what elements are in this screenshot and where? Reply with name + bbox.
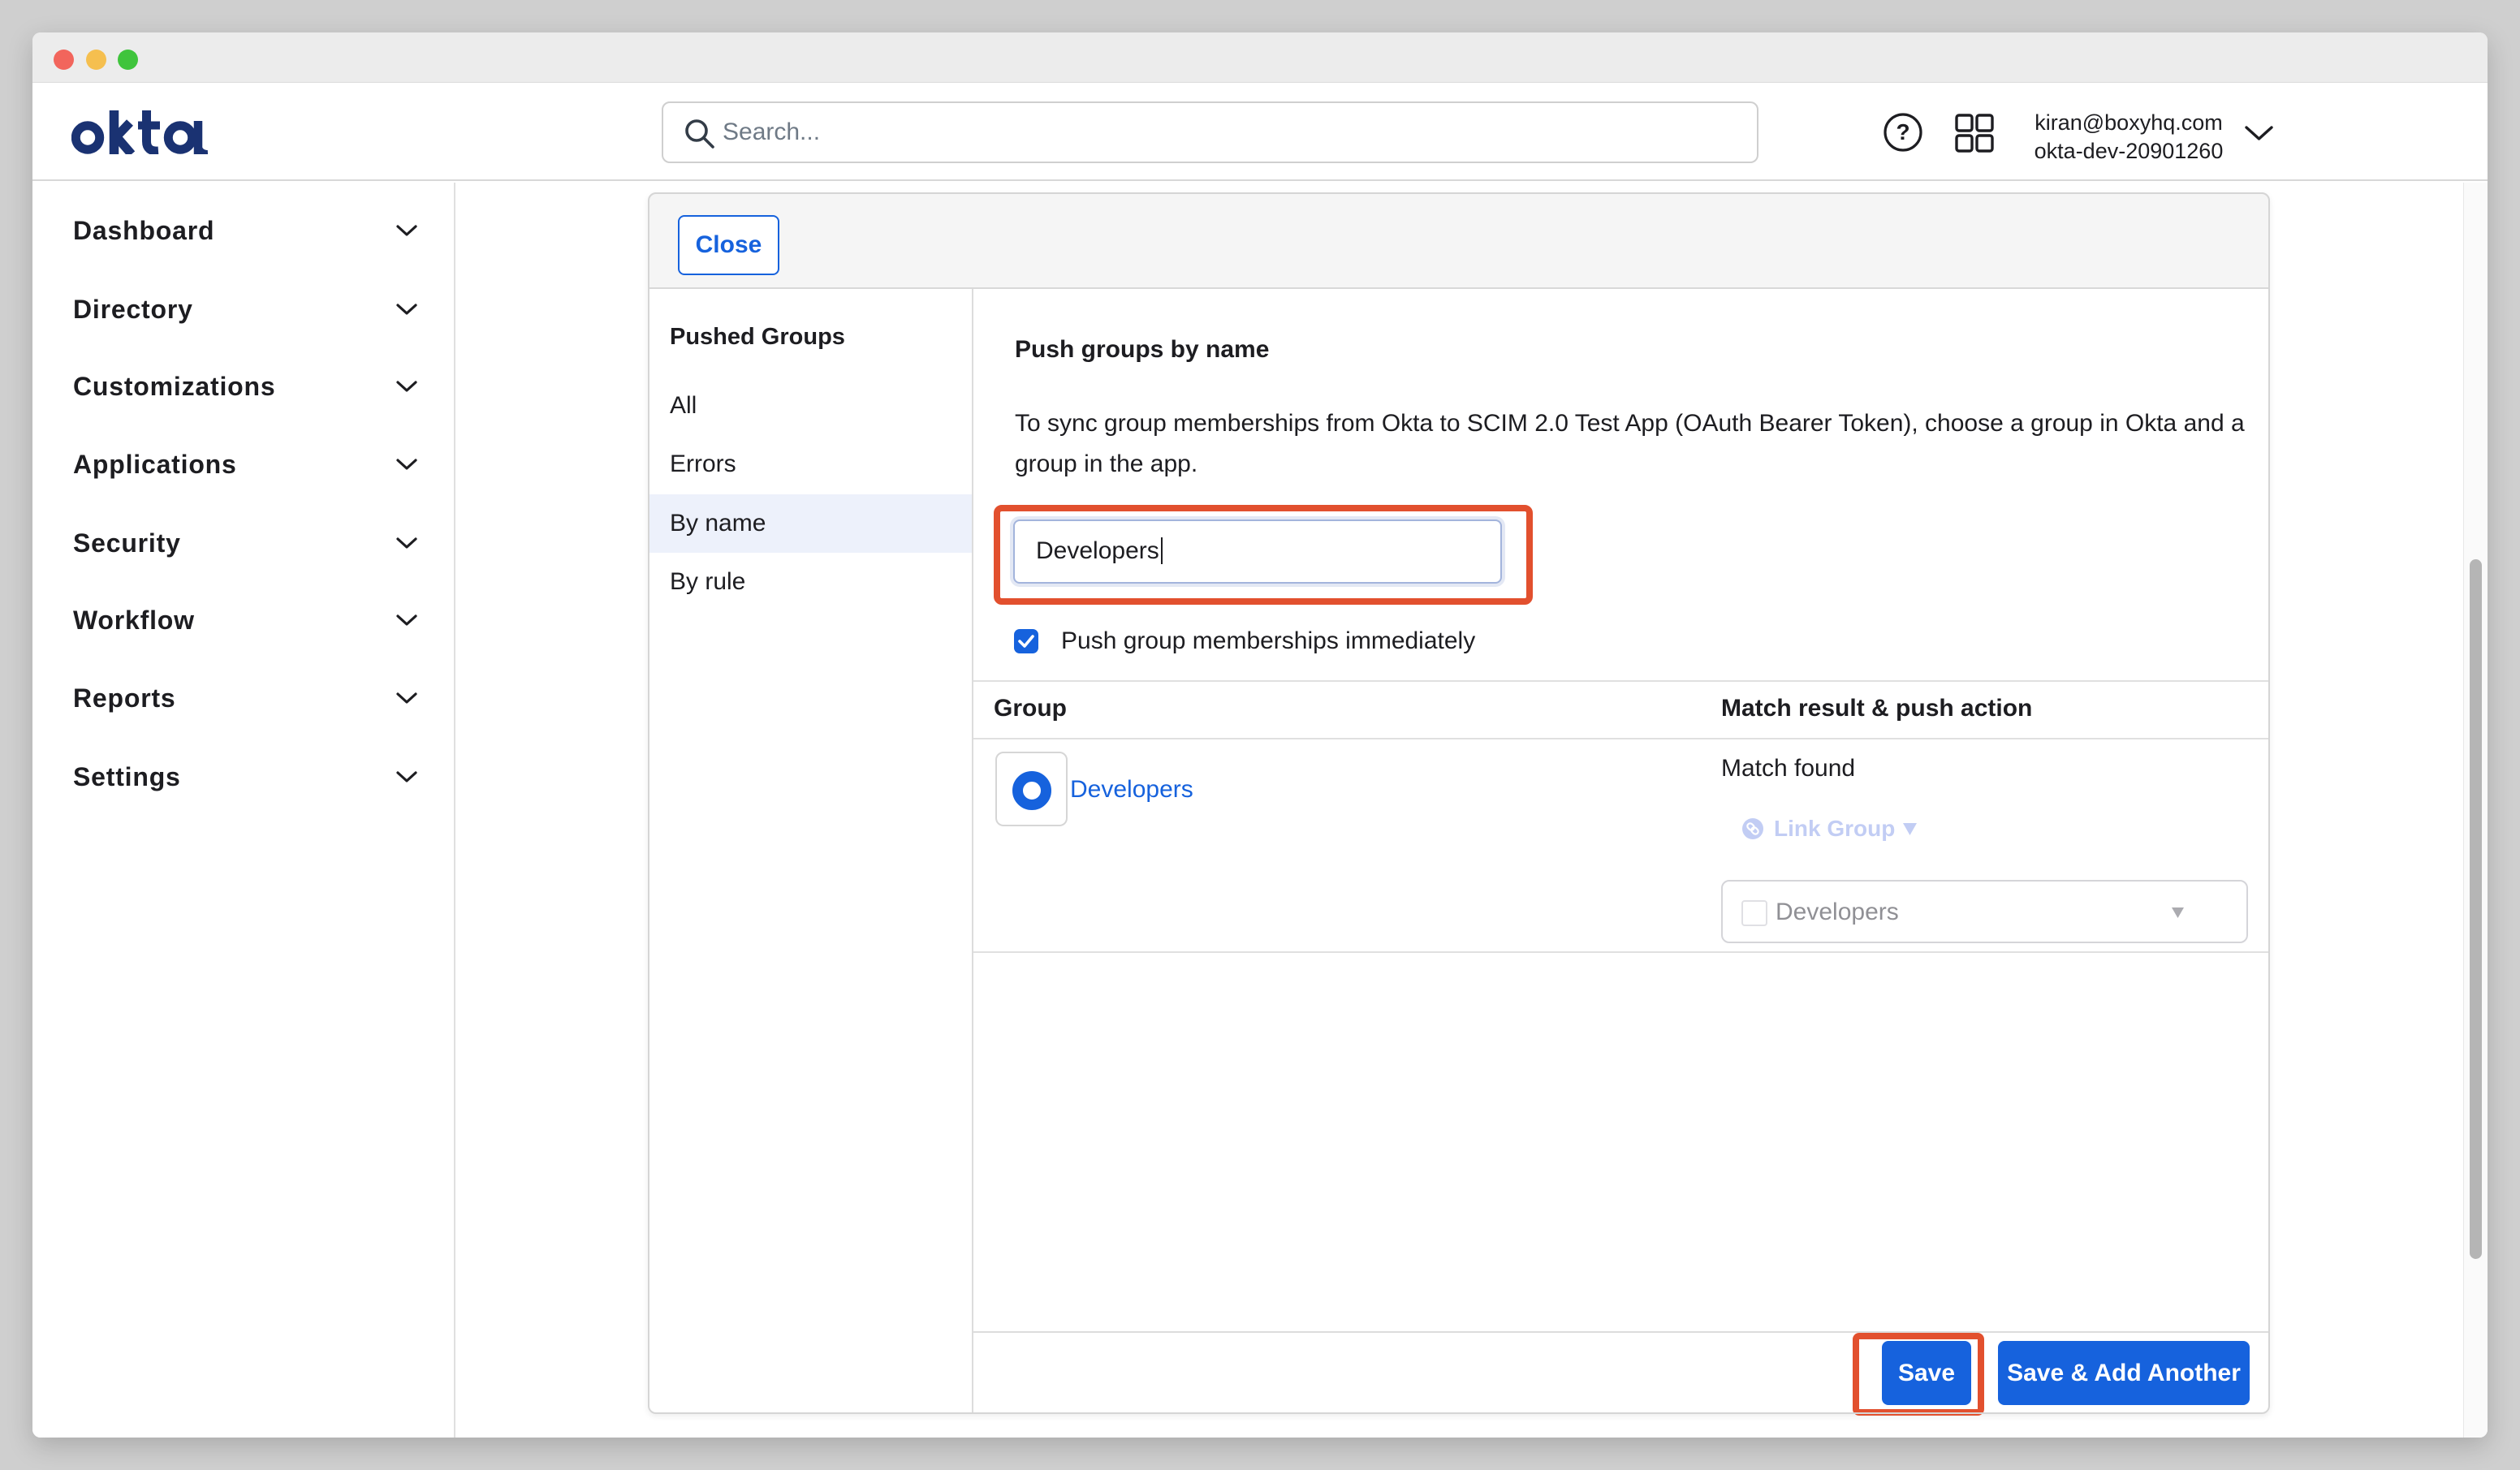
svg-text:?: ? — [1896, 119, 1909, 144]
